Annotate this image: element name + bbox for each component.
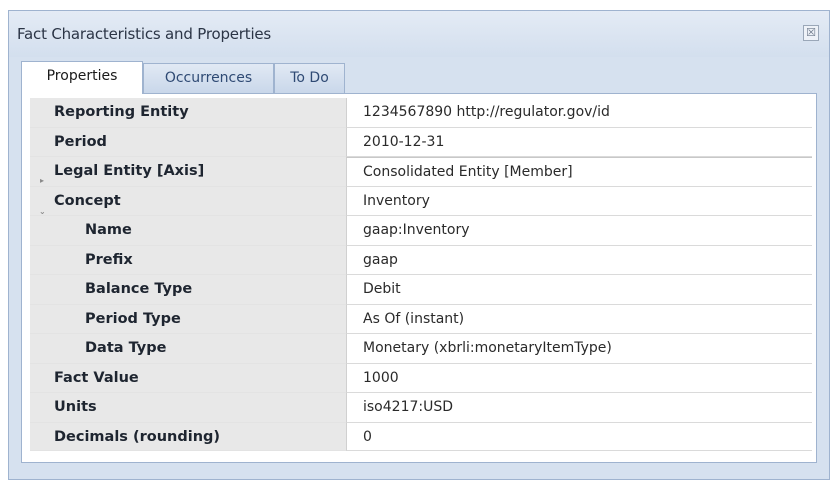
- property-row-reporting-entity[interactable]: Reporting Entity 1234567890 http://regul…: [30, 98, 812, 128]
- tab-strip: Properties Occurrences To Do: [21, 61, 817, 94]
- property-row-balance-type[interactable]: Balance Type Debit: [30, 275, 812, 305]
- property-value[interactable]: 1000: [346, 363, 812, 393]
- property-grid: Reporting Entity 1234567890 http://regul…: [30, 98, 812, 451]
- property-row-units[interactable]: Units iso4217:USD: [30, 393, 812, 423]
- property-value[interactable]: 2010-12-31: [346, 127, 812, 157]
- property-value[interactable]: 1234567890 http://regulator.gov/id: [346, 98, 812, 128]
- panel-footer: [21, 463, 817, 477]
- property-name: Name: [85, 222, 132, 238]
- property-value[interactable]: Consolidated Entity [Member]: [346, 157, 812, 187]
- property-name: Data Type: [85, 340, 167, 356]
- property-row-concept[interactable]: ⌄ Concept Inventory: [30, 186, 812, 216]
- property-name: Units: [54, 399, 97, 415]
- panel-title: Fact Characteristics and Properties: [17, 25, 272, 43]
- property-name: Period Type: [85, 310, 181, 327]
- property-row-legal-entity-axis[interactable]: ▸ Legal Entity [Axis] Consolidated Entit…: [30, 157, 812, 187]
- property-name: Legal Entity [Axis]: [54, 163, 205, 179]
- property-value[interactable]: Monetary (xbrli:monetaryItemType): [346, 334, 812, 364]
- property-name: Decimals (rounding): [54, 428, 221, 445]
- property-row-period-type[interactable]: Period Type As Of (instant): [30, 304, 812, 334]
- tab-properties[interactable]: Properties: [21, 61, 143, 94]
- panel-header: Fact Characteristics and Properties ☒: [9, 11, 829, 57]
- property-value[interactable]: gaap:Inventory: [346, 216, 812, 246]
- fact-properties-panel: Fact Characteristics and Properties ☒ Pr…: [8, 10, 830, 480]
- property-value[interactable]: Debit: [346, 275, 812, 305]
- property-value[interactable]: As Of (instant): [346, 304, 812, 334]
- property-name: Prefix: [85, 251, 133, 268]
- property-row-name[interactable]: Name gaap:Inventory: [30, 216, 812, 246]
- property-name: Concept: [54, 192, 121, 209]
- property-name: Fact Value: [54, 369, 139, 386]
- property-value[interactable]: iso4217:USD: [346, 393, 812, 423]
- property-value[interactable]: 0: [346, 422, 812, 451]
- property-row-decimals[interactable]: Decimals (rounding) 0: [30, 422, 812, 451]
- property-name: Period: [54, 133, 107, 150]
- property-name: Balance Type: [85, 281, 193, 297]
- tab-to-do[interactable]: To Do: [274, 63, 345, 93]
- property-name: Reporting Entity: [54, 104, 189, 120]
- property-value[interactable]: gaap: [346, 245, 812, 275]
- property-row-fact-value[interactable]: Fact Value 1000: [30, 363, 812, 393]
- property-row-period[interactable]: Period 2010-12-31: [30, 127, 812, 157]
- property-grid-container: Reporting Entity 1234567890 http://regul…: [21, 93, 817, 463]
- tab-occurrences[interactable]: Occurrences: [143, 63, 274, 93]
- close-icon[interactable]: ☒: [803, 25, 819, 41]
- property-row-data-type[interactable]: Data Type Monetary (xbrli:monetaryItemTy…: [30, 334, 812, 364]
- property-value[interactable]: Inventory: [346, 186, 812, 216]
- property-row-prefix[interactable]: Prefix gaap: [30, 245, 812, 275]
